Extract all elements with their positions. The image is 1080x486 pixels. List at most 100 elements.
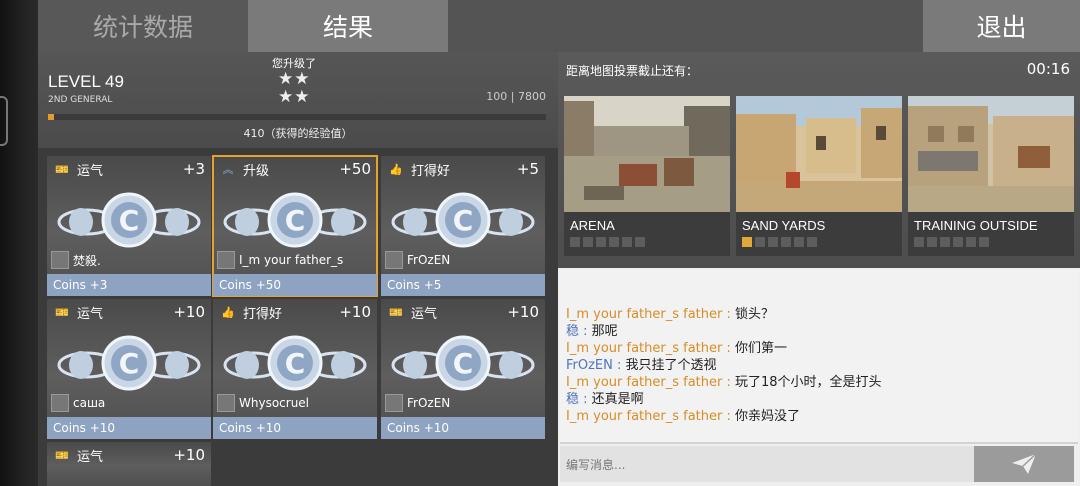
vote-slot xyxy=(781,237,791,247)
chat-log[interactable]: I_m your father_s father : 锁头？稳 : 那呢 I_m … xyxy=(560,270,1078,444)
map-option-sand-yards[interactable]: SAND YARDS xyxy=(736,96,902,256)
coins-reward: Coins +50 xyxy=(213,274,377,296)
avatar xyxy=(217,394,235,412)
reward-value: +10 xyxy=(173,303,205,321)
xp-gained: 410（获得的经验值） xyxy=(243,127,353,140)
chat-separator: : xyxy=(722,341,735,356)
map-option-arena[interactable]: ARENA xyxy=(564,96,730,256)
reward-header: ︽ 升级 +50 xyxy=(213,156,377,182)
chat-separator: : xyxy=(579,392,592,407)
player: FrOzEN xyxy=(385,251,450,269)
thumbs-up-icon: 👍 xyxy=(221,305,235,319)
chat-text: 还真是啊 xyxy=(591,392,644,407)
ticket-icon: 🎫 xyxy=(55,305,69,319)
chat-text: 锁头？ xyxy=(735,307,775,322)
svg-text:C: C xyxy=(453,347,474,380)
map-vote-panel: 距离地图投票截止还有： 00:16 ARENA SAND YARDS TRAIN… xyxy=(558,52,1080,268)
vote-count xyxy=(742,237,817,247)
vote-slot xyxy=(622,237,632,247)
chat-message: I_m your father_s father : 锁头？ xyxy=(566,306,882,323)
chat-separator: : xyxy=(722,409,735,424)
chat-separator: : xyxy=(612,358,626,373)
reward-header: 🎫 运气 +10 xyxy=(47,442,211,468)
ticket-icon: 🎫 xyxy=(55,448,69,462)
chat-panel: I_m your father_s father : 锁头？稳 : 那呢 I_m … xyxy=(558,268,1080,486)
map-option-training-outside[interactable]: TRAINING OUTSIDE xyxy=(908,96,1074,256)
chat-sender[interactable]: I_m your father_s father xyxy=(566,341,722,356)
map-vote-label: 距离地图投票截止还有： xyxy=(566,64,699,78)
sand-yards-map-image xyxy=(736,96,902,212)
reward-header: 🎫 运气 +10 xyxy=(381,299,545,325)
chat-sender[interactable]: 稳 xyxy=(566,392,579,407)
player: 焚殺. xyxy=(51,251,101,269)
ticket-icon: 🎫 xyxy=(389,305,403,319)
chat-message: 稳 : 还真是啊 xyxy=(566,391,882,408)
xp-progress-fill xyxy=(48,114,55,120)
reward-value: +10 xyxy=(507,303,539,321)
exit-button[interactable]: 退出 xyxy=(923,0,1080,52)
player: FrOzEN xyxy=(385,394,450,412)
reward-label: 升级 xyxy=(243,163,270,179)
chevron-up-icon: ︽ xyxy=(222,163,234,176)
coin-icon: C xyxy=(391,192,535,248)
training-outside-map-image xyxy=(908,96,1074,212)
reward-label: 运气 xyxy=(77,306,104,322)
chat-sender[interactable]: I_m your father_s father xyxy=(566,375,722,390)
reward-card[interactable]: 👍 打得好 +10 C Whysocruel Coins +10 xyxy=(213,299,377,439)
coins-reward: Coins +5 xyxy=(381,274,545,296)
chat-separator: : xyxy=(722,307,735,322)
chat-separator: : xyxy=(722,375,735,390)
vote-slot xyxy=(768,237,778,247)
map-name: ARENA xyxy=(570,218,615,233)
vote-count xyxy=(914,237,989,247)
coin-icon: C xyxy=(391,335,535,391)
chat-message: FrOzEN : 我只挂了个透视 xyxy=(566,357,882,374)
vote-slot xyxy=(755,237,765,247)
reward-header: 👍 打得好 +10 xyxy=(213,299,377,325)
reward-value: +10 xyxy=(339,303,371,321)
vote-slot xyxy=(966,237,976,247)
map-name: SAND YARDS xyxy=(742,218,826,233)
chat-text: 你亲妈没了 xyxy=(735,409,801,424)
chat-input[interactable]: 编写消息... xyxy=(560,446,974,482)
avatar xyxy=(385,394,403,412)
vote-slot xyxy=(570,237,580,247)
reward-card[interactable]: 🎫 运气 +3 C 焚殺. Coins +3 xyxy=(47,156,211,296)
reward-card[interactable]: 👍 打得好 +5 C FrOzEN Coins +5 xyxy=(381,156,545,296)
player-name: I_m your father_s xyxy=(239,253,344,267)
vote-slot xyxy=(742,237,752,247)
xp-range: 100 | 7800 xyxy=(486,90,546,103)
top-tab-bar: 统计数据 结果 退出 xyxy=(38,0,1080,52)
vote-slot xyxy=(807,237,817,247)
coins-reward: Coins +10 xyxy=(213,417,377,439)
coins-reward: Coins +10 xyxy=(381,417,545,439)
svg-text:C: C xyxy=(119,204,140,237)
tab-stats[interactable]: 统计数据 xyxy=(38,0,248,52)
coins-reward: Coins +3 xyxy=(47,274,211,296)
chat-sender[interactable]: I_m your father_s father xyxy=(566,409,722,424)
player-name: саша xyxy=(73,396,106,410)
vote-slot xyxy=(953,237,963,247)
reward-card[interactable]: 🎫 运气 +10 Cсаша Coins +10 xyxy=(47,299,211,439)
chat-sender[interactable]: FrOzEN xyxy=(566,358,613,373)
chat-text: 玩了18个小时，全是打头 xyxy=(735,375,882,390)
reward-label: 运气 xyxy=(77,449,104,465)
send-button[interactable] xyxy=(974,446,1074,482)
vote-slot xyxy=(940,237,950,247)
ticket-icon: 🎫 xyxy=(55,162,69,176)
svg-text:C: C xyxy=(453,204,474,237)
reward-card[interactable]: 🎫 运气 +10 xyxy=(47,442,211,486)
chat-text: 你们第一 xyxy=(735,341,788,356)
chat-messages: I_m your father_s father : 锁头？稳 : 那呢 I_m … xyxy=(566,306,882,425)
coin-icon: C xyxy=(57,335,201,391)
coin-icon: C xyxy=(57,192,201,248)
vote-slot xyxy=(927,237,937,247)
chat-sender[interactable]: I_m your father_s father xyxy=(566,307,722,322)
side-handle[interactable] xyxy=(0,96,8,146)
tab-results[interactable]: 结果 xyxy=(248,0,448,52)
reward-card[interactable]: 🎫 运气 +10 C FrOzEN Coins +10 xyxy=(381,299,545,439)
chat-sender[interactable]: 稳 xyxy=(566,324,579,339)
coins-reward: Coins +10 xyxy=(47,417,211,439)
avatar xyxy=(51,394,69,412)
reward-card[interactable]: ︽ 升级 +50 C I_m your father_s Coins +50 xyxy=(212,155,378,297)
